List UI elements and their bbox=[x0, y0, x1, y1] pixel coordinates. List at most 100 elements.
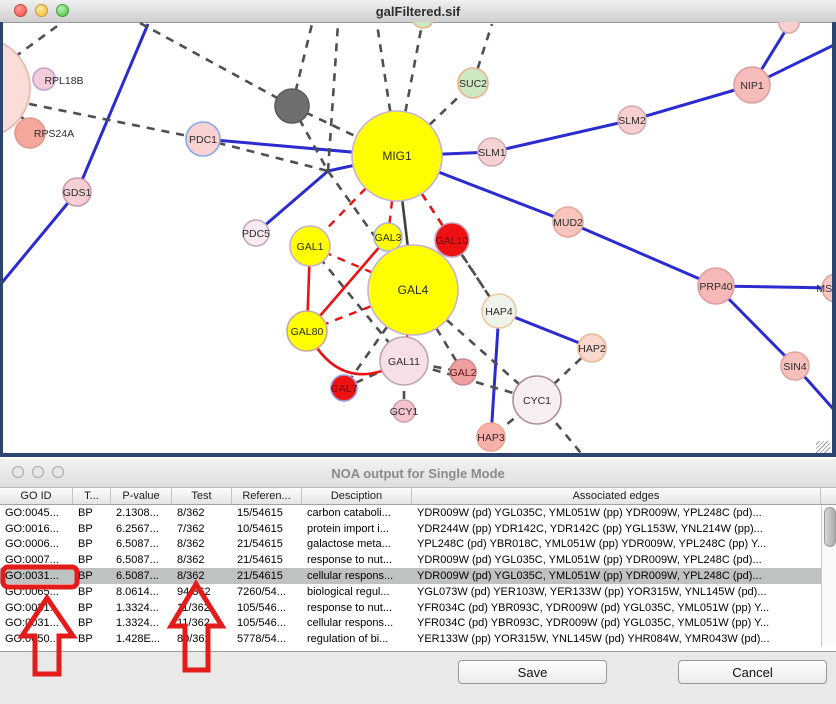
table-row[interactable]: GO:0065...BP8.0614...94/3627260/54...bio… bbox=[0, 584, 821, 600]
cell: 6.5087... bbox=[111, 554, 172, 566]
node-label-GAL10: GAL10 bbox=[436, 235, 469, 247]
minimize-button[interactable] bbox=[32, 466, 44, 478]
cell: YER133W (pp) YOR315W, YNL145W (pd) YHR08… bbox=[412, 633, 821, 645]
table-row[interactable]: GO:0006...BP6.5087...8/36221/54615galact… bbox=[0, 537, 821, 553]
cell: BP bbox=[73, 617, 111, 629]
cell: YDR009W (pd) YGL035C, YML051W (pp) YDR00… bbox=[412, 570, 821, 582]
column-header-p-value[interactable]: P-value bbox=[111, 488, 172, 504]
cell: 8.0614... bbox=[111, 586, 172, 598]
edge-blue[interactable] bbox=[568, 222, 716, 286]
node-label-SUC2: SUC2 bbox=[459, 78, 487, 90]
network-titlebar[interactable]: galFiltered.sif bbox=[0, 0, 836, 23]
cell: 10/54615 bbox=[232, 523, 302, 535]
cell: response to nut... bbox=[302, 554, 412, 566]
node-label-CYC1: CYC1 bbox=[523, 395, 551, 407]
table-row[interactable]: GO:0031...BP1.3324...11/362105/546...res… bbox=[0, 600, 821, 616]
cell: 8/362 bbox=[172, 507, 232, 519]
cell: GO:0031... bbox=[0, 570, 73, 582]
node-label-GCY1: GCY1 bbox=[390, 406, 419, 418]
column-header-desciption[interactable]: Desciption bbox=[302, 488, 412, 504]
cell: GO:0006... bbox=[0, 538, 73, 550]
minimize-button[interactable] bbox=[35, 4, 48, 17]
cancel-button[interactable]: Cancel bbox=[678, 660, 827, 684]
node-label-GAL1: GAL1 bbox=[297, 241, 324, 253]
cell: regulation of bi... bbox=[302, 633, 412, 645]
edge-dash[interactable] bbox=[140, 23, 292, 106]
cell: GO:0016... bbox=[0, 523, 73, 535]
edge-blue[interactable] bbox=[256, 171, 328, 233]
edge-blue[interactable] bbox=[0, 192, 77, 285]
cell: 8/362 bbox=[172, 570, 232, 582]
cell: BP bbox=[73, 633, 111, 645]
cell: 1.3324... bbox=[111, 617, 172, 629]
cell: YGL073W (pd) YER103W, YER133W (pp) YOR31… bbox=[412, 586, 821, 598]
table-row[interactable]: GO:0045...BP2.1308...8/36215/54615carbon… bbox=[0, 505, 821, 521]
column-header-corner bbox=[821, 488, 836, 504]
node-label-HAP4: HAP4 bbox=[485, 306, 513, 318]
edge-blue[interactable] bbox=[492, 120, 632, 152]
node-label-PDC1: PDC1 bbox=[189, 134, 217, 146]
screen: galFiltered.sif RPL18BRPS24APDC1GDS1MIG1… bbox=[0, 0, 836, 704]
traffic-lights bbox=[14, 4, 69, 17]
cell: BP bbox=[73, 507, 111, 519]
cell: 94/362 bbox=[172, 586, 232, 598]
scrollbar-thumb[interactable] bbox=[824, 507, 836, 547]
node-label-SIN4: SIN4 bbox=[783, 361, 807, 373]
column-header-test[interactable]: Test bbox=[172, 488, 232, 504]
cell: 6.2567... bbox=[111, 523, 172, 535]
table-row[interactable]: GO:0031...BP6.5087...8/36221/54615cellul… bbox=[0, 568, 821, 584]
window-border-bottom bbox=[0, 453, 836, 457]
cell: YDR009W (pd) YGL035C, YML051W (pp) YDR00… bbox=[412, 554, 821, 566]
cell: 21/54615 bbox=[232, 570, 302, 582]
table-row[interactable]: GO:0016...BP6.2567...7/36210/54615protei… bbox=[0, 521, 821, 537]
network-canvas[interactable]: RPL18BRPS24APDC1GDS1MIG1SUC2SLM1SLM2NIP1… bbox=[0, 22, 836, 455]
node-gray[interactable] bbox=[275, 89, 309, 123]
close-button[interactable] bbox=[14, 4, 27, 17]
resize-grip[interactable] bbox=[816, 441, 830, 453]
node-label-MIG1: MIG1 bbox=[382, 149, 412, 163]
cell: 21/54615 bbox=[232, 538, 302, 550]
cell: biological regul... bbox=[302, 586, 412, 598]
cell: 80/362 bbox=[172, 633, 232, 645]
node-label-GAL7: GAL7 bbox=[331, 383, 358, 395]
table-row[interactable]: GO:0050...BP1.428E...80/3625778/54...reg… bbox=[0, 631, 821, 647]
node-label-SLM1: SLM1 bbox=[478, 147, 506, 159]
cell: BP bbox=[73, 554, 111, 566]
column-header-go-id[interactable]: GO ID bbox=[0, 488, 73, 504]
cell: BP bbox=[73, 538, 111, 550]
node-label-GAL3: GAL3 bbox=[375, 232, 402, 244]
node-pink-partial[interactable] bbox=[779, 22, 799, 33]
node-label-GDS1: GDS1 bbox=[63, 187, 92, 199]
column-header-associated-edges[interactable]: Associated edges bbox=[412, 488, 821, 504]
node-label-GAL2: GAL2 bbox=[450, 367, 477, 379]
cell: 105/546... bbox=[232, 617, 302, 629]
cell: YFR034C (pd) YBR093C, YDR009W (pd) YGL03… bbox=[412, 602, 821, 614]
edge-blue[interactable] bbox=[77, 24, 148, 192]
noa-traffic-lights bbox=[12, 466, 64, 478]
table-row[interactable]: GO:0007...BP6.5087...8/36221/54615respon… bbox=[0, 552, 821, 568]
node-label-GAL11: GAL11 bbox=[388, 356, 420, 368]
close-button[interactable] bbox=[12, 466, 24, 478]
noa-titlebar[interactable]: NOA output for Single Mode bbox=[0, 459, 836, 488]
cell: GO:0045... bbox=[0, 507, 73, 519]
node-label-SLM2: SLM2 bbox=[618, 115, 646, 127]
vertical-scrollbar[interactable] bbox=[821, 505, 836, 647]
cell: 105/546... bbox=[232, 602, 302, 614]
table-row[interactable]: GO:0031...BP1.3324...11/362105/546...cel… bbox=[0, 616, 821, 632]
node-label-GAL80: GAL80 bbox=[291, 326, 324, 338]
table-body: GO:0045...BP2.1308...8/36215/54615carbon… bbox=[0, 505, 821, 647]
zoom-button[interactable] bbox=[52, 466, 64, 478]
node-label-RPS24A: RPS24A bbox=[34, 128, 74, 140]
cell: 5778/54... bbox=[232, 633, 302, 645]
cell: BP bbox=[73, 602, 111, 614]
column-header-t-[interactable]: T... bbox=[73, 488, 111, 504]
edge-blue[interactable] bbox=[491, 311, 499, 437]
cell: 1.428E... bbox=[111, 633, 172, 645]
zoom-button[interactable] bbox=[56, 4, 69, 17]
cell: cellular respons... bbox=[302, 617, 412, 629]
save-button[interactable]: Save bbox=[458, 660, 607, 684]
cell: BP bbox=[73, 523, 111, 535]
cell: carbon cataboli... bbox=[302, 507, 412, 519]
column-header-referen-[interactable]: Referen... bbox=[232, 488, 302, 504]
node-green-partial[interactable] bbox=[412, 22, 434, 28]
